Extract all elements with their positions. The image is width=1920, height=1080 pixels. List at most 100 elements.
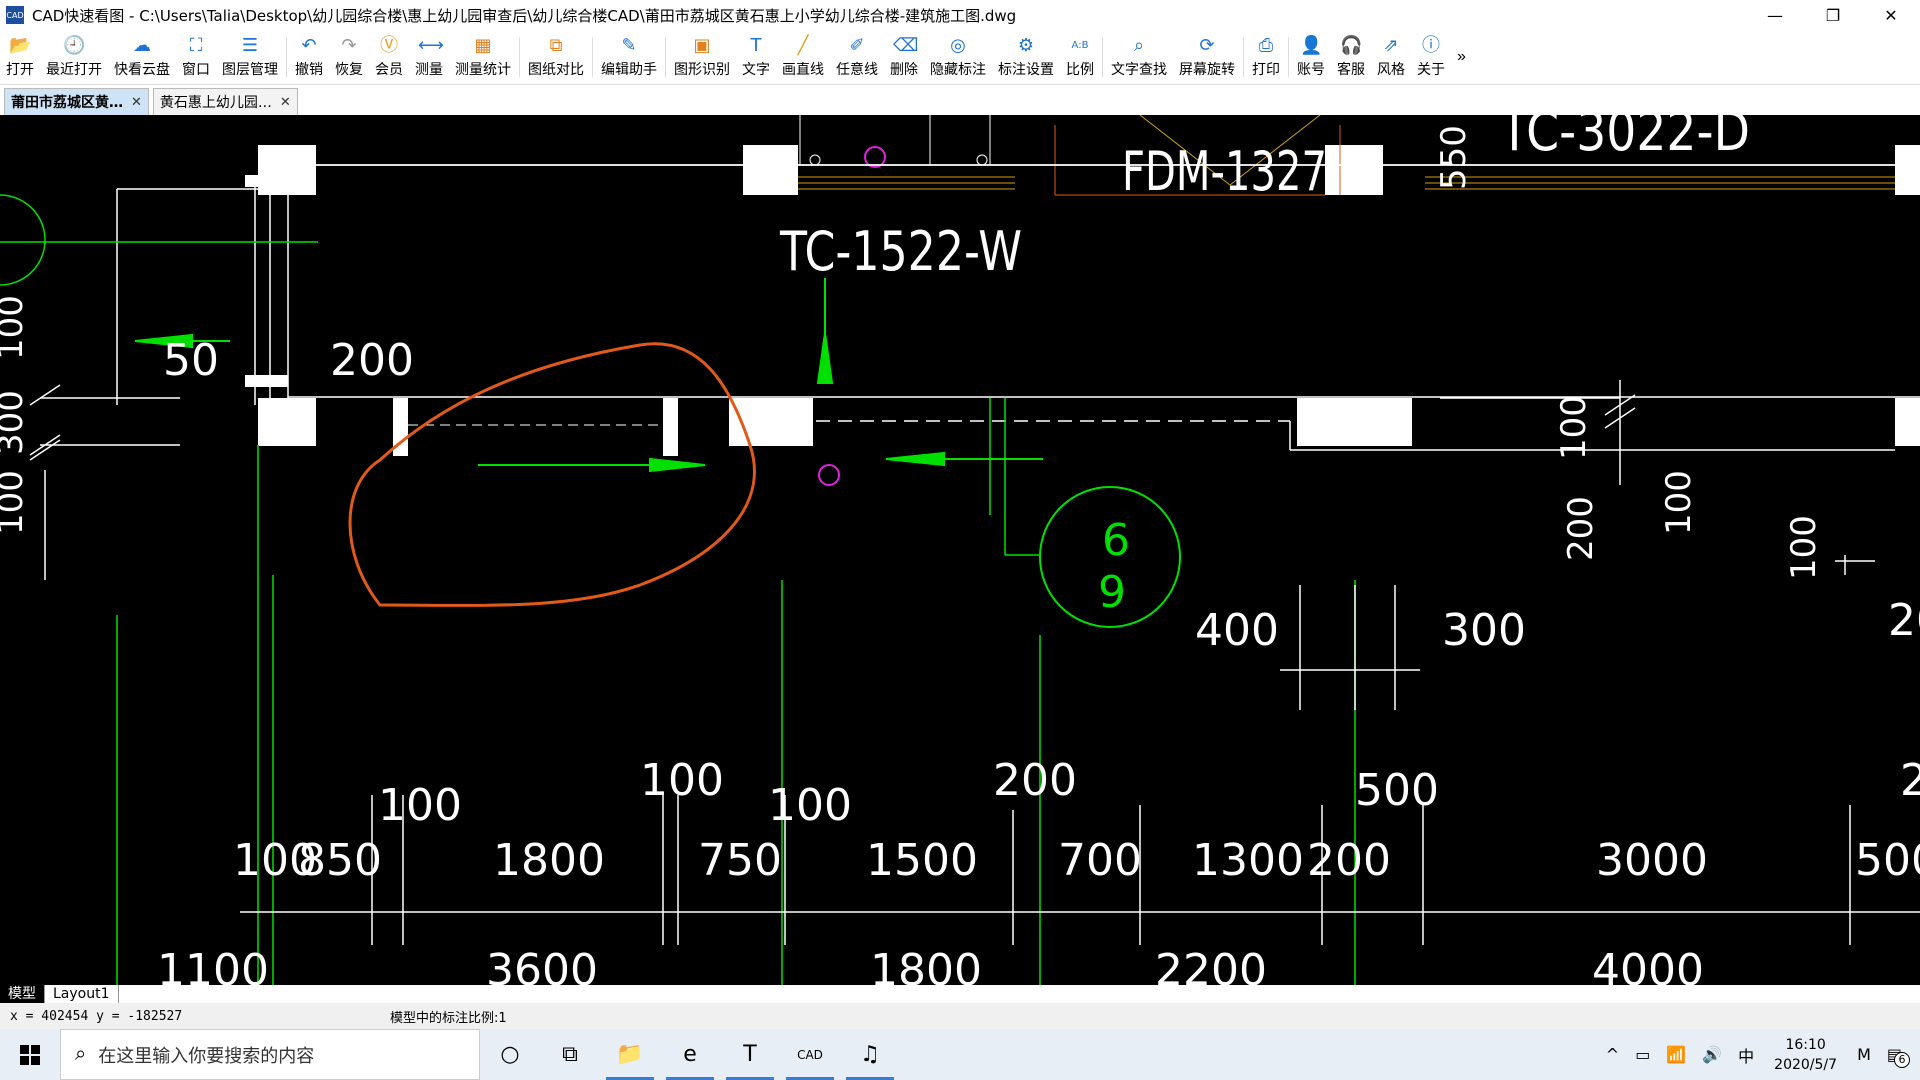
doc-tab-1[interactable]: 莆田市荔城区黄… ✕ xyxy=(4,88,149,115)
toolbar-button-measure-stats[interactable]: ▦ 测量统计 xyxy=(449,30,517,84)
tray-chevron-icon[interactable]: ^ xyxy=(1598,1045,1627,1064)
toolbar-button-eraser[interactable]: ⌫ 删除 xyxy=(884,30,924,84)
window-label-2: TC-3022-D xyxy=(1499,115,1750,163)
toolbar-separator xyxy=(519,37,520,77)
toolbar-button-line[interactable]: ╱ 画直线 xyxy=(776,30,830,84)
drawing-canvas[interactable]: 6 9 TC-1522-W FDM-1327 TC-3022-D 550 50 … xyxy=(0,115,1920,985)
cloud-icon: ☁ xyxy=(133,35,151,56)
restore-button[interactable]: ❐ xyxy=(1804,0,1862,30)
dim-text: 200 xyxy=(330,335,414,386)
tab-model[interactable]: 模型 xyxy=(0,985,45,1003)
toolbar-label: 屏幕旋转 xyxy=(1179,62,1235,78)
dim-text: 2 xyxy=(1900,755,1920,806)
dim-text: 100 xyxy=(378,780,462,831)
close-icon[interactable]: ✕ xyxy=(131,95,142,110)
toolbar-button-edit-assistant[interactable]: ✎ 编辑助手 xyxy=(595,30,663,84)
ime-icon[interactable]: M xyxy=(1849,1045,1879,1064)
toolbar-button-about[interactable]: ⓘ 关于 xyxy=(1411,30,1451,84)
about-icon: ⓘ xyxy=(1422,35,1440,56)
toolbar-label: 标注设置 xyxy=(998,62,1054,78)
file-explorer-icon[interactable]: 📁 xyxy=(600,1029,660,1080)
toolbar-button-cloud[interactable]: ☁ 快看云盘 xyxy=(108,30,176,84)
toolbar-button-window[interactable]: ⛶ 窗口 xyxy=(176,30,216,84)
wall-block xyxy=(1895,145,1920,195)
app-icon: CAD xyxy=(6,6,24,24)
text-icon: T xyxy=(750,35,762,56)
toolbar-button-folder[interactable]: 📂 打开 xyxy=(0,30,40,84)
wall-block xyxy=(258,145,316,195)
toolbar-button-freehand[interactable]: ✐ 任意线 xyxy=(830,30,884,84)
dim-text: 3000 xyxy=(1596,835,1708,886)
battery-icon[interactable]: ▭ xyxy=(1627,1045,1658,1064)
toolbar-more-button[interactable]: » xyxy=(1451,30,1472,84)
wall-block xyxy=(1325,145,1383,195)
toolbar-button-redo[interactable]: ↷ 恢复 xyxy=(329,30,369,84)
dim-text: 1800 xyxy=(493,835,605,886)
cad-app-icon[interactable]: CAD xyxy=(780,1029,840,1080)
clock[interactable]: 16:10 2020/5/7 xyxy=(1762,1035,1849,1075)
start-button[interactable] xyxy=(0,1029,60,1080)
close-icon[interactable]: ✕ xyxy=(280,95,291,110)
toolbar-button-text-search[interactable]: ⌕ 文字查找 xyxy=(1105,30,1173,84)
netease-music-icon[interactable]: ♫ xyxy=(840,1029,900,1080)
door-label: FDM-1327 xyxy=(1122,140,1327,203)
toolbar-label: 文字查找 xyxy=(1111,62,1167,78)
toolbar-label: 账号 xyxy=(1297,62,1325,78)
taskbar-apps: ○ ⧉ 📁 e T CAD ♫ xyxy=(480,1029,900,1080)
account-icon: 👤 xyxy=(1300,35,1323,56)
toolbar-button-annotation-settings[interactable]: ⚙ 标注设置 xyxy=(992,30,1060,84)
door-detail xyxy=(799,115,991,166)
hatch-marker xyxy=(818,464,840,486)
toolbar-button-compare[interactable]: ⧉ 图纸对比 xyxy=(522,30,590,84)
doc-tab-2[interactable]: 黄石惠上幼儿园… ✕ xyxy=(152,88,298,115)
toolbar-label: 比例 xyxy=(1066,62,1094,78)
toolbar-button-support[interactable]: 🎧 客服 xyxy=(1331,30,1371,84)
clock-time: 16:10 xyxy=(1785,1036,1826,1053)
task-view-icon[interactable]: ⧉ xyxy=(540,1029,600,1080)
dim-text: 100 xyxy=(0,295,31,360)
cortana-icon[interactable]: ○ xyxy=(480,1029,540,1080)
dim-text: 700 xyxy=(1058,835,1142,886)
edge-icon[interactable]: e xyxy=(660,1029,720,1080)
notification-icon[interactable]: ▤ 6 xyxy=(1879,1045,1910,1068)
wifi-icon[interactable]: 📶 xyxy=(1658,1045,1694,1064)
toolbar-button-scale[interactable]: A:B 比例 xyxy=(1060,30,1100,84)
toolbar-separator xyxy=(665,37,666,77)
toolbar-label: 删除 xyxy=(890,62,918,78)
layers-icon: ☰ xyxy=(241,35,259,56)
windows-taskbar: ⌕ 在这里输入你要搜索的内容 ○ ⧉ 📁 e T CAD ♫ ^ ▭ 📶 🔊 中 16:10… xyxy=(0,1029,1920,1080)
drawing-svg[interactable]: 6 9 TC-1522-W FDM-1327 TC-3022-D 550 50 … xyxy=(0,115,1920,985)
dim-text: 1100 xyxy=(157,945,269,985)
toolbar-label: 编辑助手 xyxy=(601,62,657,78)
minimize-button[interactable]: — xyxy=(1746,0,1804,30)
ime-indicator[interactable]: 中 xyxy=(1730,1043,1762,1067)
toolbar-label: 图纸对比 xyxy=(528,62,584,78)
toolbar-button-vip[interactable]: Ⓥ 会员 xyxy=(369,30,409,84)
dim-text: 100 xyxy=(640,755,724,806)
toolbar-button-hide-annotation[interactable]: ◎ 隐藏标注 xyxy=(924,30,992,84)
toolbar-button-shape-recognize[interactable]: ▣ 图形识别 xyxy=(668,30,736,84)
toolbar-button-rotate-screen[interactable]: ⟳ 屏幕旋转 xyxy=(1173,30,1241,84)
t-app-icon[interactable]: T xyxy=(720,1029,780,1080)
toolbar-label: 文字 xyxy=(742,62,770,78)
toolbar-label: 打开 xyxy=(6,62,34,78)
toolbar-button-undo[interactable]: ↶ 撤销 xyxy=(289,30,329,84)
rotate-screen-icon: ⟳ xyxy=(1199,35,1215,56)
close-button[interactable]: ✕ xyxy=(1862,0,1920,30)
toolbar-button-text[interactable]: T 文字 xyxy=(736,30,776,84)
toolbar-button-measure[interactable]: ⟷ 测量 xyxy=(409,30,449,84)
toolbar-button-recent[interactable]: 🕘 最近打开 xyxy=(40,30,108,84)
shape-recognize-icon: ▣ xyxy=(693,35,711,56)
toolbar-label: 测量 xyxy=(415,62,443,78)
toolbar-button-account[interactable]: 👤 账号 xyxy=(1291,30,1331,84)
toolbar-button-print[interactable]: ⎙ 打印 xyxy=(1246,30,1286,84)
annotation-settings-icon: ⚙ xyxy=(1017,35,1035,56)
tab-layout1[interactable]: Layout1 xyxy=(45,985,119,1003)
dim-text: 300 xyxy=(1442,605,1526,656)
toolbar-button-style[interactable]: ⇗ 风格 xyxy=(1371,30,1411,84)
toolbar-label: 最近打开 xyxy=(46,62,102,78)
toolbar-button-layers[interactable]: ☰ 图层管理 xyxy=(216,30,284,84)
taskbar-search[interactable]: ⌕ 在这里输入你要搜索的内容 xyxy=(60,1029,480,1080)
volume-icon[interactable]: 🔊 xyxy=(1694,1045,1730,1064)
edit-assistant-icon: ✎ xyxy=(621,35,637,56)
